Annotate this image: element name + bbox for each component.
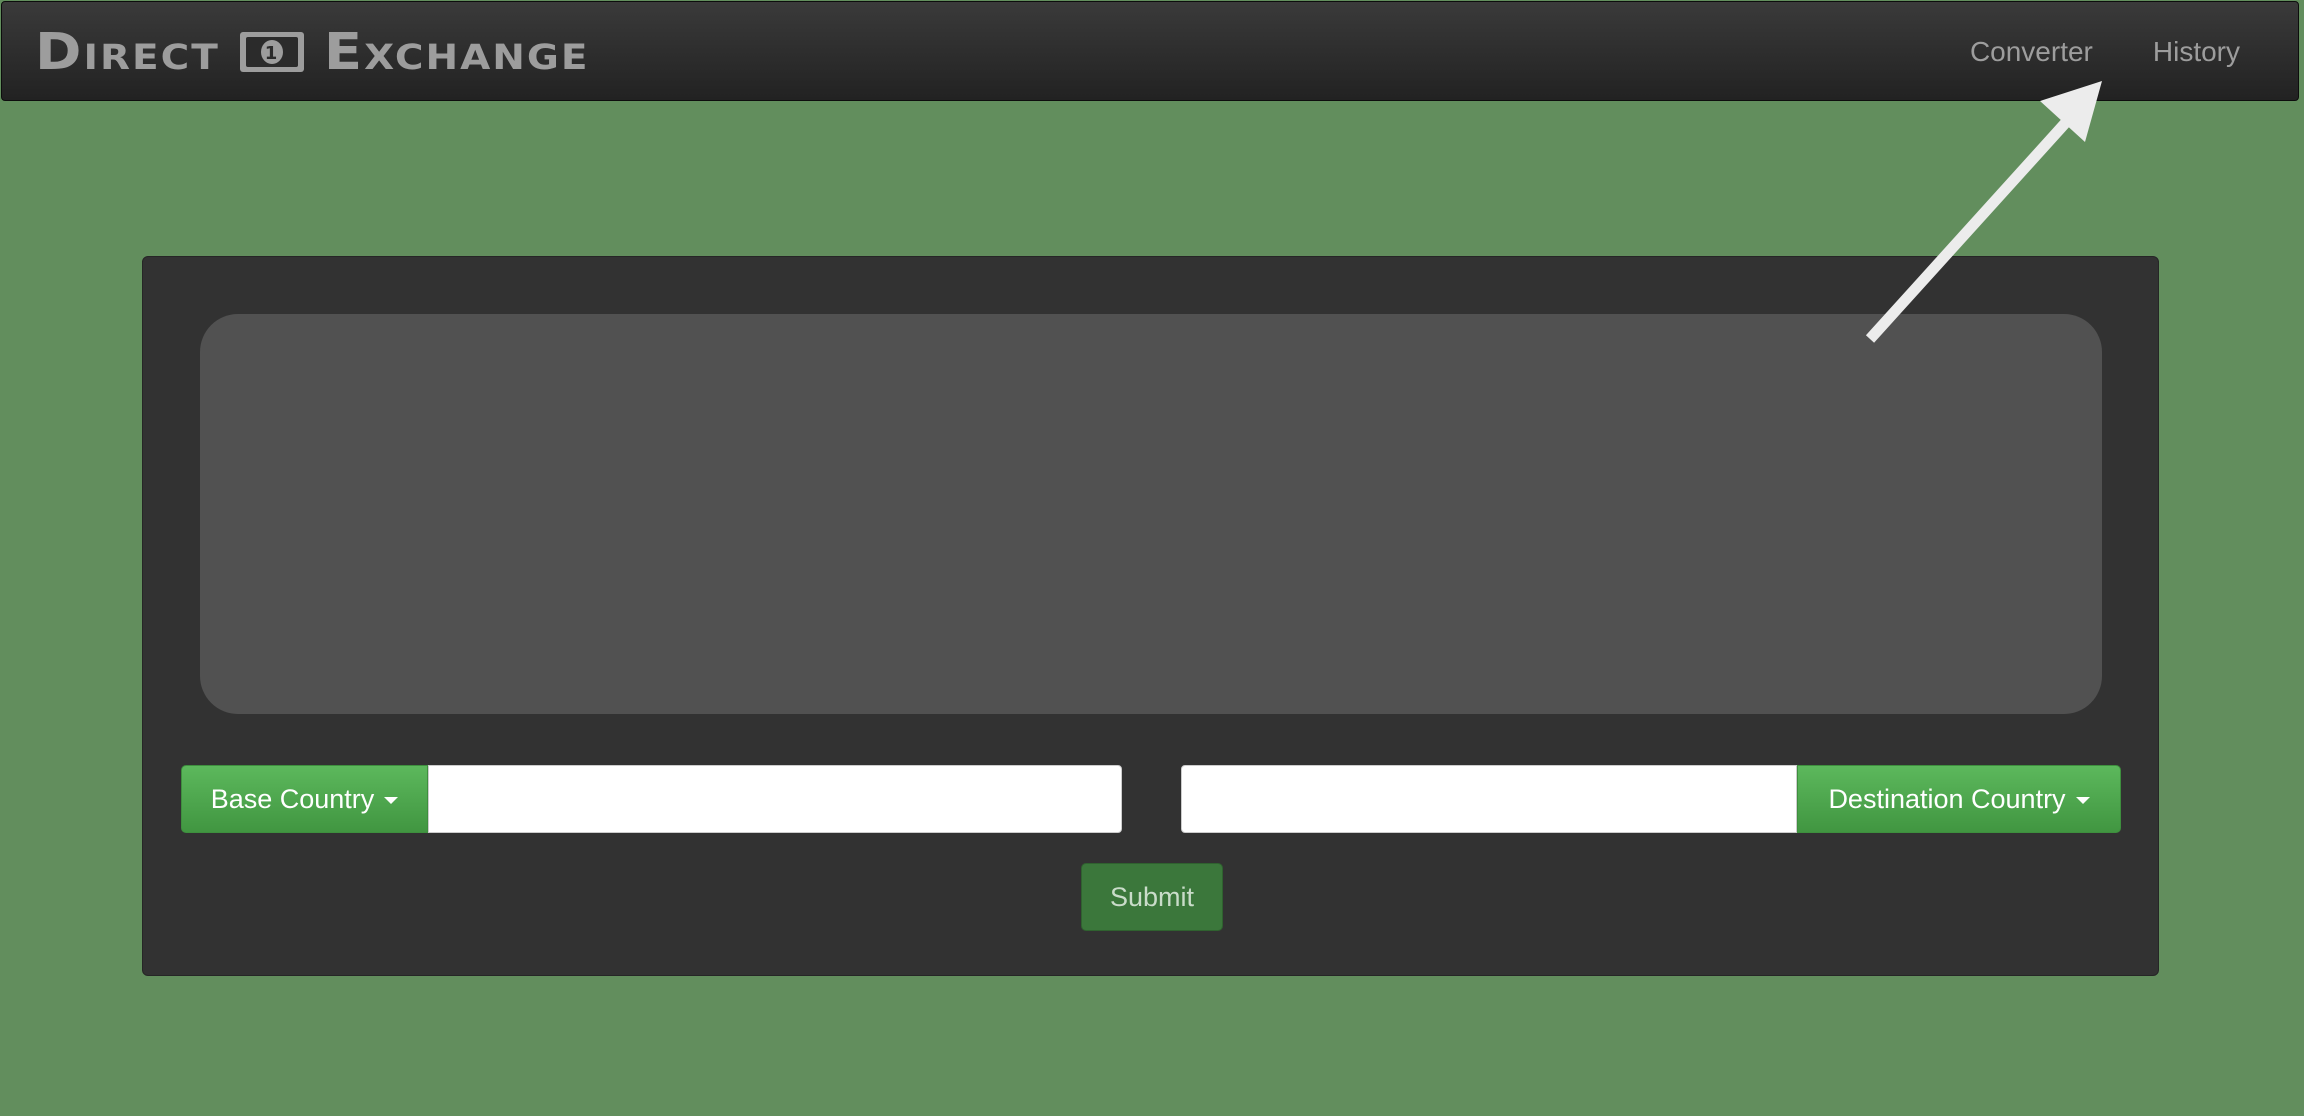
base-country-label: Base Country (210, 783, 375, 814)
svg-text:1: 1 (265, 43, 280, 64)
base-country-dropdown[interactable]: Base Country (181, 765, 428, 833)
top-navbar: Direct 1 Exchange Converter History (1, 1, 2299, 101)
nav-link-history[interactable]: History (2153, 36, 2240, 68)
dollar-bill-icon: 1 (238, 30, 306, 74)
converter-panel: Base Country Destination Country Submit (142, 256, 2159, 976)
caret-down-icon (384, 797, 399, 804)
destination-country-label: Destination Country (1828, 783, 2066, 814)
nav-link-converter[interactable]: Converter (1970, 36, 2093, 68)
destination-country-dropdown[interactable]: Destination Country (1797, 765, 2121, 833)
brand-logo[interactable]: Direct 1 Exchange (35, 20, 590, 84)
caret-down-icon (2075, 797, 2090, 804)
brand-text-right: Exchange (323, 22, 590, 82)
destination-amount-input[interactable] (1181, 765, 1797, 833)
base-amount-input[interactable] (428, 765, 1122, 833)
base-input-group: Base Country (181, 765, 1122, 833)
submit-button[interactable]: Submit (1081, 863, 1223, 931)
destination-input-group: Destination Country (1181, 765, 2121, 833)
nav-links: Converter History (1970, 2, 2240, 102)
brand-text-left: Direct (35, 22, 220, 82)
result-display (200, 314, 2102, 714)
